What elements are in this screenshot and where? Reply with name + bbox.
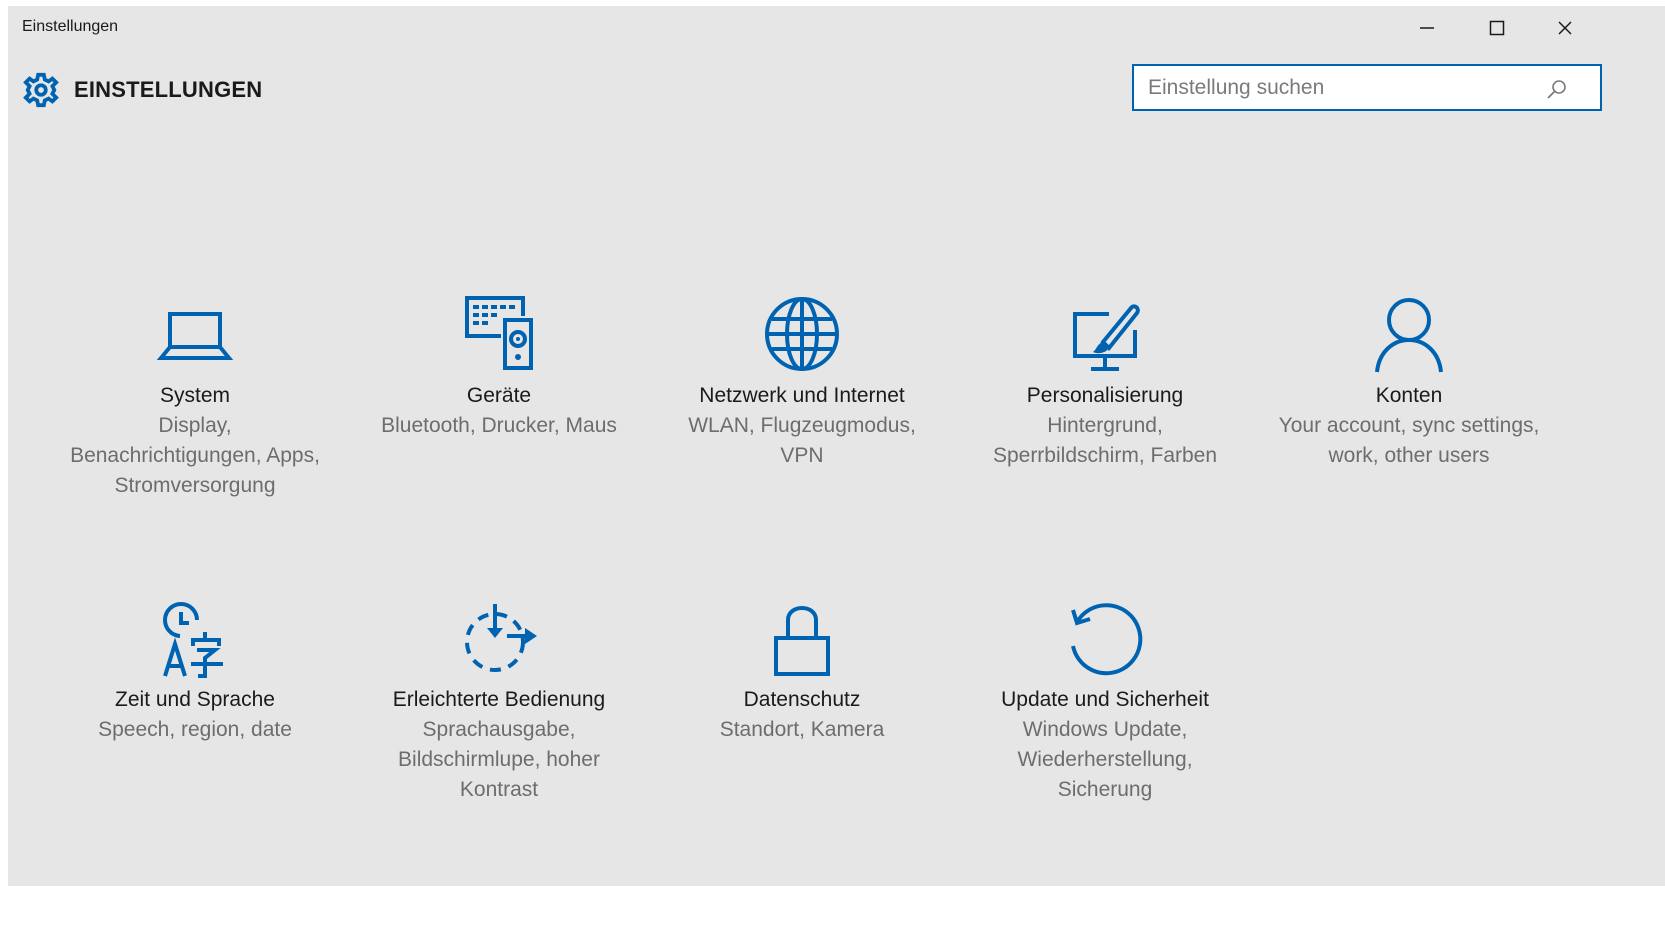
category-description: Standort, Kamera [719,718,885,741]
time-language-icon [163,602,223,678]
category-label: Netzwerk und Internet [699,384,905,407]
category-ease-of-access[interactable]: Erleichterte Bedienung Sprachausgabe, Bi… [354,596,644,805]
category-label: Geräte [466,384,532,407]
search-icon[interactable] [1546,78,1568,100]
laptop-icon [156,312,234,360]
personalization-icon [1073,304,1140,371]
close-icon [1558,21,1572,35]
category-description: Windows Update, Wiederherstellung, Siche… [1017,718,1193,801]
title-bar: Einstellungen [8,6,1665,50]
update-icon [1071,603,1143,676]
category-description: Speech, region, date [98,718,292,741]
category-system[interactable]: System Display, Benachrichtigungen, Apps… [50,292,340,501]
category-network[interactable]: Netzwerk und Internet WLAN, Flugzeugmodu… [657,292,947,471]
category-label: System [159,384,230,407]
minimize-button[interactable] [1392,6,1462,50]
maximize-icon [1489,20,1505,36]
ease-of-access-icon [465,604,537,672]
category-description: Hintergrund, Sperrbildschirm, Farben [992,414,1218,467]
search-input[interactable] [1148,66,1528,109]
category-update-security[interactable]: Update und Sicherheit Windows Update, Wi… [960,596,1250,805]
maximize-button[interactable] [1462,6,1532,50]
search-box[interactable] [1132,64,1602,111]
category-label: Erleichterte Bedienung [392,688,606,711]
category-accounts[interactable]: Konten Your account, sync settings, work… [1264,292,1554,471]
category-time-language[interactable]: Zeit und Sprache Speech, region, date [50,596,340,745]
devices-icon [465,296,535,372]
lock-icon [774,606,830,676]
category-label: Personalisierung [1026,384,1184,407]
person-icon [1375,298,1443,373]
gear-icon [23,72,59,108]
category-description: Display, Benachrichtigungen, Apps, Strom… [70,414,320,497]
category-description: Bluetooth, Drucker, Maus [381,414,617,437]
category-description: Sprachausgabe, Bildschirmlupe, hoher Kon… [398,718,600,801]
category-personalization[interactable]: Personalisierung Hintergrund, Sperrbilds… [960,292,1250,471]
category-description: Your account, sync settings, work, other… [1278,414,1540,467]
page-title: EINSTELLUNGEN [74,77,263,102]
close-button[interactable] [1530,6,1600,50]
category-description: WLAN, Flugzeugmodus, VPN [688,414,916,467]
category-label: Konten [1375,384,1443,407]
category-devices[interactable]: Geräte Bluetooth, Drucker, Maus [354,292,644,441]
page-header: EINSTELLUNGEN [22,70,262,110]
category-label: Update und Sicherheit [1001,688,1209,711]
settings-window: Einstellungen EINSTELLUNGEN Einstellung … [8,6,1665,886]
category-label: Datenschutz [743,688,861,711]
window-title: Einstellungen [22,18,119,35]
globe-icon [765,297,839,371]
category-label: Zeit und Sprache [115,688,275,711]
minimize-icon [1420,27,1434,29]
category-privacy[interactable]: Datenschutz Standort, Kamera [657,596,947,745]
